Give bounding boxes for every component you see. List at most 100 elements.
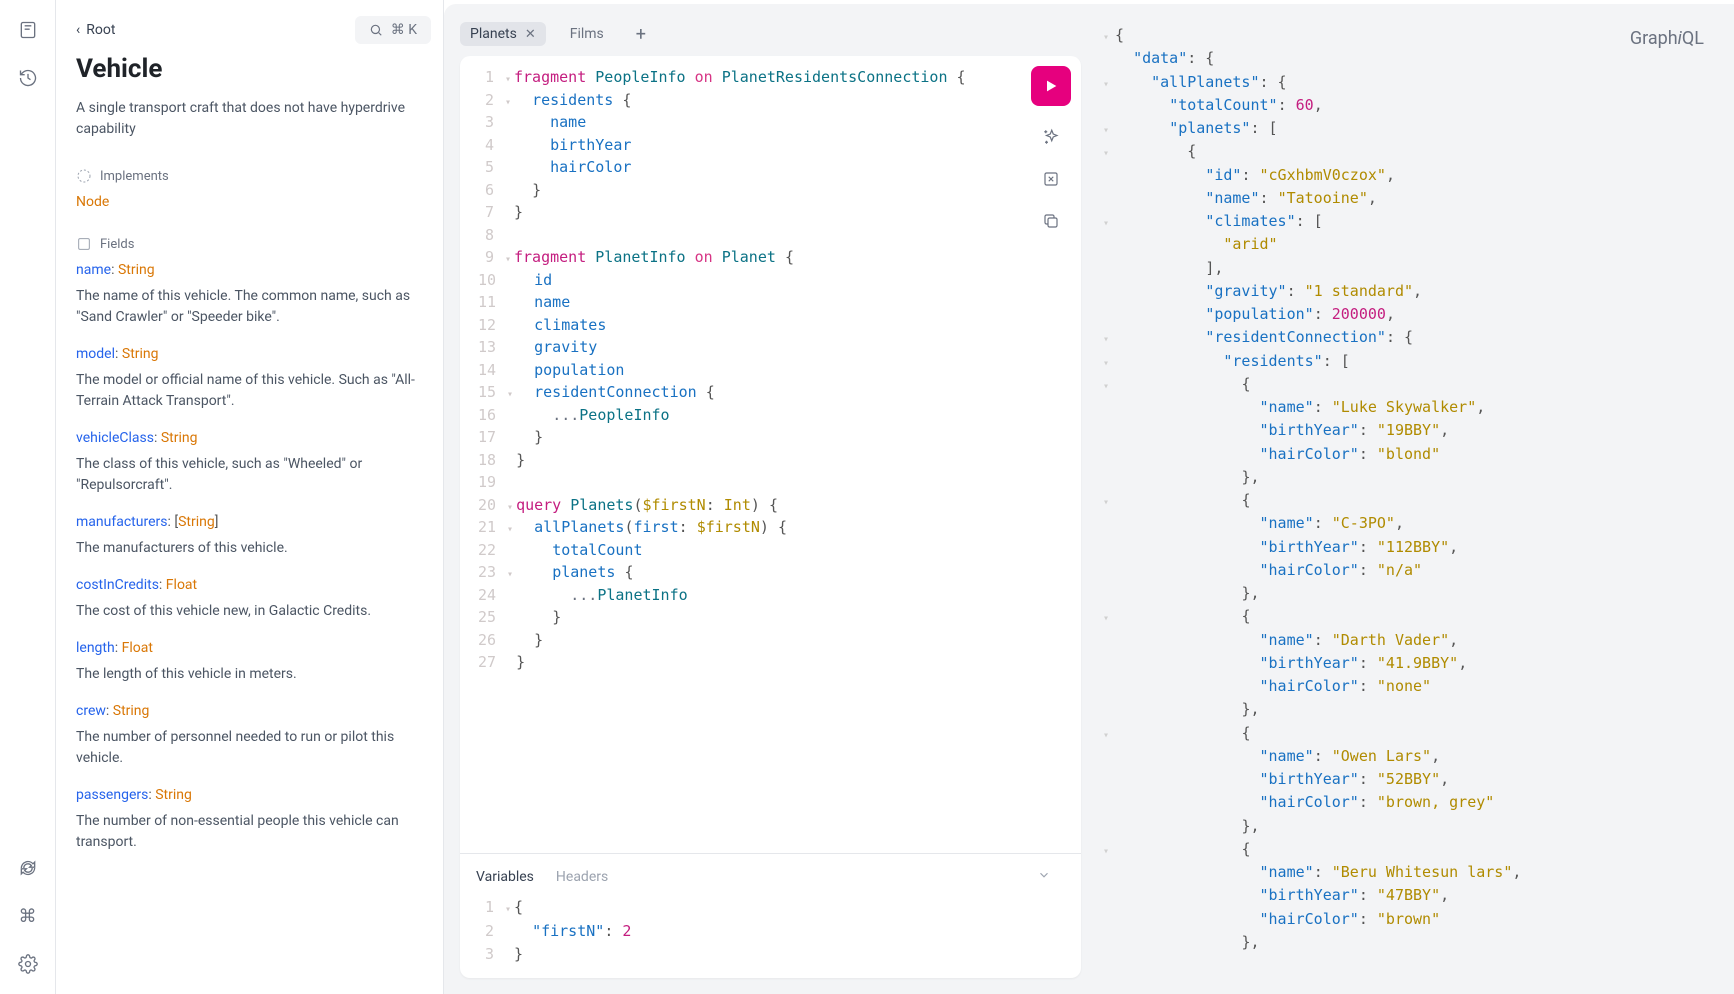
prettify-button[interactable] (1040, 126, 1062, 148)
vars-line: 2 "firstN": 2 (460, 920, 1067, 943)
field-name[interactable]: costInCredits (76, 577, 159, 593)
field-type[interactable]: String (113, 703, 150, 719)
result-line: "name": "Luke Skywalker", (1097, 396, 1718, 419)
field-type[interactable]: String (118, 262, 155, 278)
result-line: ▾{ (1097, 24, 1718, 47)
result-line: "name": "Beru Whitesun lars", (1097, 861, 1718, 884)
code-line: 7 } (460, 201, 1021, 224)
result-line: "hairColor": "n/a" (1097, 559, 1718, 582)
field-name[interactable]: model (76, 346, 115, 362)
chevron-left-icon: ‹ (76, 22, 80, 38)
field-name[interactable]: length (76, 640, 115, 656)
implements-name[interactable]: Node (76, 194, 431, 210)
headers-tab[interactable]: Headers (556, 869, 608, 885)
field-type[interactable]: Float (166, 577, 197, 593)
result-line: ▾ { (1097, 838, 1718, 861)
result-line: "totalCount": 60, (1097, 94, 1718, 117)
keyboard-shortcuts-icon[interactable]: ⌘ (16, 904, 40, 928)
merge-button[interactable] (1040, 168, 1062, 190)
code-line: 9▾fragment PlanetInfo on Planet { (460, 246, 1021, 269)
result-line: "gravity": "1 standard", (1097, 280, 1718, 303)
implements-section-header: Implements (76, 168, 431, 184)
run-button[interactable] (1031, 66, 1071, 106)
tab-close-icon[interactable]: ✕ (525, 27, 536, 42)
add-tab-button[interactable]: + (628, 24, 654, 45)
root-breadcrumb[interactable]: ‹ Root (76, 22, 115, 38)
field-name[interactable]: name (76, 262, 111, 278)
field-costInCredits: costInCredits: Float (76, 577, 431, 593)
result-line: "birthYear": "47BBY", (1097, 884, 1718, 907)
result-line: "hairColor": "brown, grey" (1097, 791, 1718, 814)
result-line: "population": 200000, (1097, 303, 1718, 326)
result-line: ▾ { (1097, 489, 1718, 512)
field-description: The number of non-essential people this … (76, 811, 431, 853)
search-button[interactable]: ⌘ K (355, 16, 431, 44)
result-line: }, (1097, 466, 1718, 489)
field-name[interactable]: crew (76, 703, 106, 719)
docs-icon[interactable] (16, 18, 40, 42)
query-editor-wrap: 1▾fragment PeopleInfo on PlanetResidents… (460, 56, 1081, 978)
result-line: ▾ "climates": [ (1097, 210, 1718, 233)
search-icon (369, 23, 383, 37)
docs-panel: ‹ Root ⌘ K Vehicle A single transport cr… (56, 0, 444, 994)
code-line: 26 } (460, 629, 1021, 652)
field-name[interactable]: passengers (76, 787, 148, 803)
history-icon[interactable] (16, 66, 40, 90)
result-line: "name": "Darth Vader", (1097, 629, 1718, 652)
result-line: ▾ { (1097, 722, 1718, 745)
result-line: ▾ "allPlanets": { (1097, 71, 1718, 94)
query-editor[interactable]: 1▾fragment PeopleInfo on PlanetResidents… (460, 56, 1021, 853)
root-label: Root (86, 22, 115, 38)
settings-icon[interactable] (16, 952, 40, 976)
code-line: 24 ...PlanetInfo (460, 584, 1021, 607)
result-line: "id": "cGxhbmV0czox", (1097, 164, 1718, 187)
code-line: 25 } (460, 606, 1021, 629)
result-line: "name": "C-3PO", (1097, 512, 1718, 535)
vars-line: 1▾{ (460, 896, 1067, 919)
code-line: 20▾query Planets($firstN: Int) { (460, 494, 1021, 517)
implements-icon (76, 168, 92, 184)
fields-section-header: Fields (76, 236, 431, 252)
field-vehicleClass: vehicleClass: String (76, 430, 431, 446)
result-line: "name": "Owen Lars", (1097, 745, 1718, 768)
field-model: model: String (76, 346, 431, 362)
result-line: ▾ "residentConnection": { (1097, 326, 1718, 349)
code-line: 23▾ planets { (460, 561, 1021, 584)
code-line: 21▾ allPlanets(first: $firstN) { (460, 516, 1021, 539)
doc-description: A single transport craft that does not h… (76, 98, 431, 140)
field-description: The manufacturers of this vehicle. (76, 538, 431, 559)
query-toolbar (1021, 56, 1081, 853)
code-line: 2▾ residents { (460, 89, 1021, 112)
field-type[interactable]: String (155, 787, 192, 803)
field-description: The model or official name of this vehic… (76, 370, 431, 412)
field-type[interactable]: String (178, 514, 215, 530)
field-name[interactable]: vehicleClass (76, 430, 154, 446)
field-name[interactable]: manufacturers (76, 514, 167, 530)
sidebar-icon-column: ⌘ (0, 0, 56, 994)
result-line: }, (1097, 815, 1718, 838)
code-line: 12 climates (460, 314, 1021, 337)
results-pane[interactable]: ▾{ "data": {▾ "allPlanets": { "totalCoun… (1097, 20, 1718, 978)
chevron-down-icon[interactable] (1037, 868, 1051, 886)
field-type[interactable]: String (161, 430, 198, 446)
copy-button[interactable] (1040, 210, 1062, 232)
field-type[interactable]: Float (122, 640, 153, 656)
result-line: ▾ { (1097, 605, 1718, 628)
field-length: length: Float (76, 640, 431, 656)
result-line: ▾ { (1097, 373, 1718, 396)
doc-title: Vehicle (76, 54, 431, 84)
result-line: "arid" (1097, 233, 1718, 256)
result-line: }, (1097, 931, 1718, 954)
tab-films[interactable]: Films (560, 22, 614, 46)
refresh-icon[interactable] (16, 856, 40, 880)
result-line: "birthYear": "52BBY", (1097, 768, 1718, 791)
editor-column: Planets✕ Films + 1▾fragment PeopleInfo on … (460, 20, 1081, 978)
code-line: 8 (460, 224, 1021, 247)
variables-editor[interactable]: 1▾{2 "firstN": 23 } (460, 896, 1067, 966)
variables-tab[interactable]: Variables (476, 869, 534, 885)
field-type[interactable]: String (122, 346, 159, 362)
play-icon (1043, 78, 1059, 94)
tab-planets[interactable]: Planets✕ (460, 22, 546, 46)
field-description: The number of personnel needed to run or… (76, 727, 431, 769)
result-line: ▾ { (1097, 140, 1718, 163)
